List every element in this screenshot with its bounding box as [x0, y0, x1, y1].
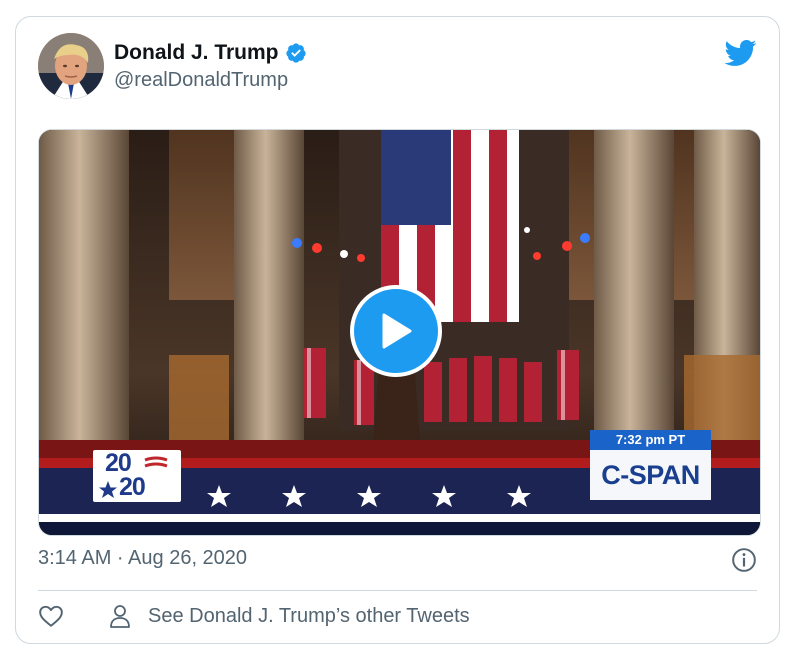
- rnc-2020-logo: 20 20: [93, 449, 181, 502]
- cspan-logo: C-SPAN: [590, 450, 711, 500]
- broadcast-time: 7:32 pm PT: [590, 430, 711, 450]
- play-button[interactable]: [350, 285, 442, 377]
- flag-stripes-icon: [144, 456, 168, 468]
- display-name[interactable]: Donald J. Trump: [114, 41, 279, 65]
- verified-badge-icon: [285, 43, 306, 63]
- heart-icon[interactable]: [38, 603, 64, 629]
- video-player[interactable]: 20 20 7:32 pm PT C-SPAN: [38, 129, 761, 536]
- twitter-bird-icon[interactable]: [723, 39, 757, 67]
- tweet-embed-card: Donald J. Trump @realDonaldTrump 20 20 7…: [15, 16, 780, 644]
- info-icon[interactable]: [731, 547, 757, 573]
- person-icon: [110, 605, 130, 628]
- other-tweets-link[interactable]: See Donald J. Trump’s other Tweets: [148, 605, 470, 628]
- star-icon: [99, 481, 117, 498]
- divider: [38, 590, 757, 591]
- tweet-timestamp[interactable]: 3:14 AM · Aug 26, 2020: [38, 547, 247, 570]
- avatar[interactable]: [38, 33, 104, 99]
- user-handle[interactable]: @realDonaldTrump: [114, 69, 288, 92]
- play-icon: [382, 313, 412, 349]
